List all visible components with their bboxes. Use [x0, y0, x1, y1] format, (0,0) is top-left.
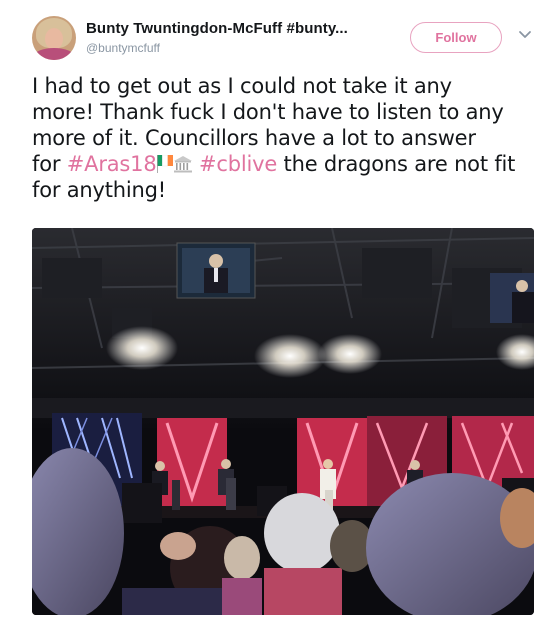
tweet-text-line: more! Thank fuck I don't have to listen … [32, 100, 504, 124]
tv-studio-photo [32, 228, 534, 615]
tweet-text-line: more of it. Councillors have a lot to an… [32, 126, 476, 150]
tweet-text-line: I had to get out as I could not take it … [32, 74, 452, 98]
hashtag-link[interactable]: #cblive [199, 152, 277, 176]
chevron-down-icon[interactable] [518, 27, 532, 41]
tweet-text-line: for anything! [32, 178, 166, 202]
avatar[interactable] [32, 16, 76, 60]
tweet-photo[interactable] [32, 228, 534, 615]
tweet-card: Bunty Twuntingdon-McFuff #bunty... @bunt… [0, 0, 550, 617]
tweet-text-line: for #Aras18 #cblive the dragons are not … [32, 151, 532, 177]
tweet-text-fragment: for [32, 152, 67, 176]
classical-building-icon [173, 156, 192, 173]
author-handle[interactable]: @buntymcfuff [86, 41, 160, 55]
author-name[interactable]: Bunty Twuntingdon-McFuff #bunty... [86, 20, 348, 37]
follow-button[interactable]: Follow [410, 22, 502, 53]
tweet-text: I had to get out as I could not take it … [32, 73, 532, 203]
hashtag-link[interactable]: #Aras18 [67, 152, 157, 176]
ireland-flag-icon [156, 155, 173, 173]
tweet-text-fragment: the dragons are not fit [277, 152, 516, 176]
